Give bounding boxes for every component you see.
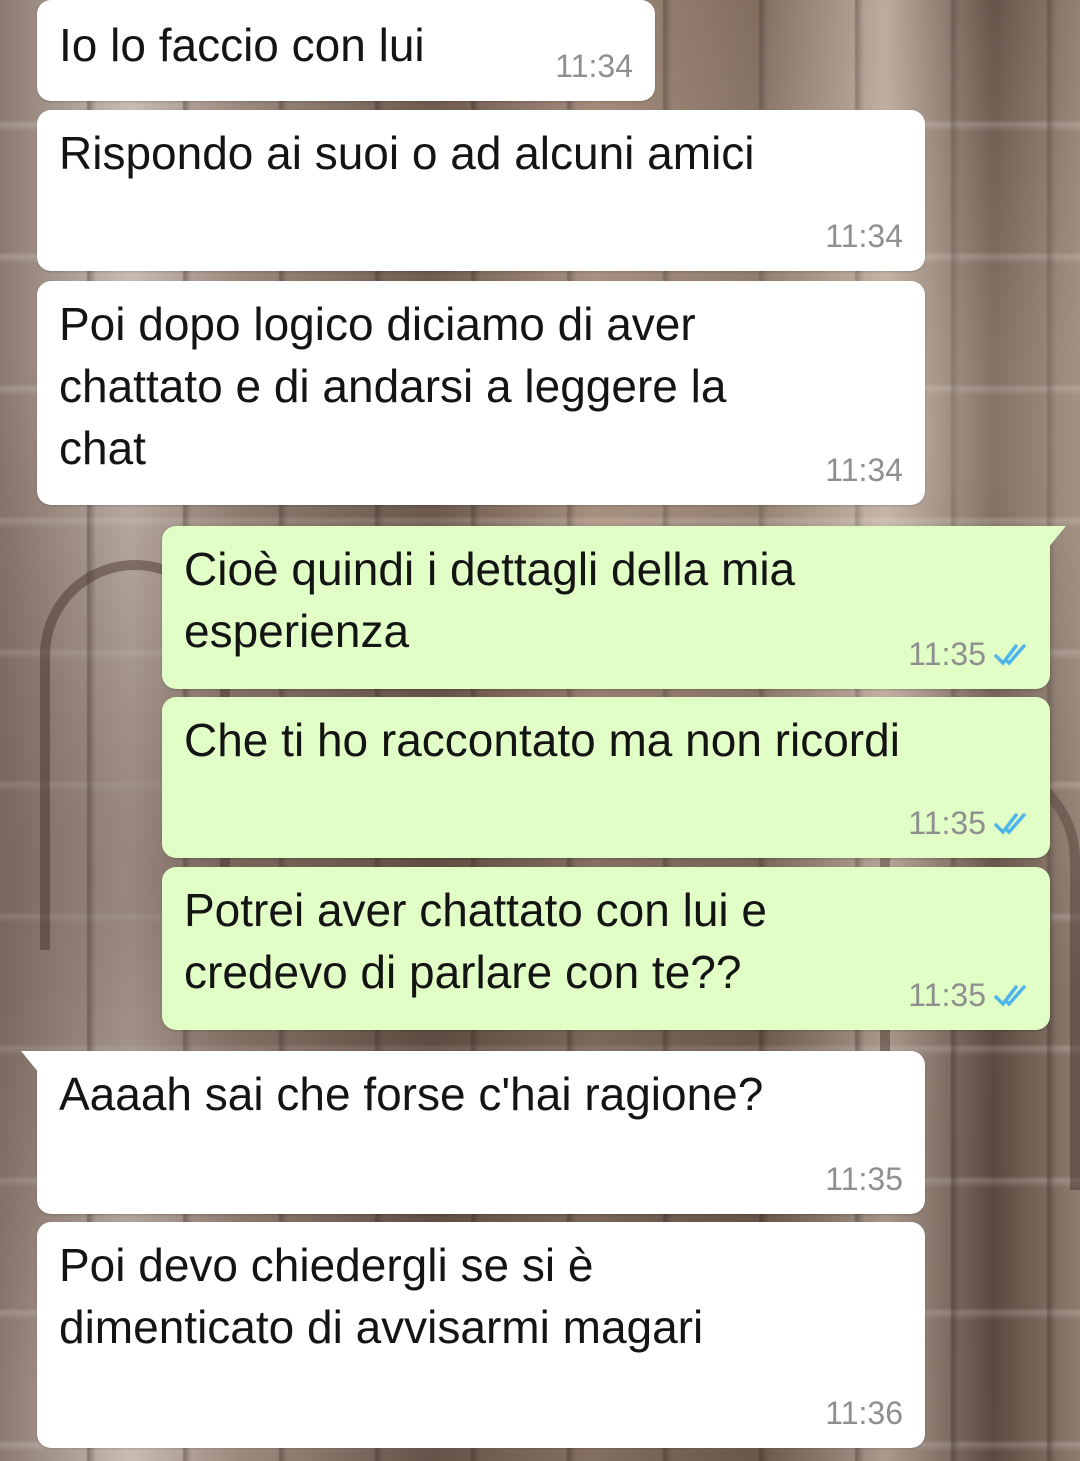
double-check-read-icon xyxy=(994,812,1026,835)
message-time: 11:34 xyxy=(555,48,633,84)
message-time: 11:35 xyxy=(908,977,986,1013)
message-text: Che ti ho raccontato ma non ricordi xyxy=(184,714,900,766)
message-time: 11:35 xyxy=(908,636,986,672)
message-bubble-incoming[interactable]: Rispondo ai suoi o ad alcuni amici 11:34 xyxy=(37,110,925,271)
message-text: Poi dopo logico diciamo di aver chattato… xyxy=(59,298,727,474)
bubble-tail xyxy=(1048,526,1066,548)
message-time: 11:35 xyxy=(908,805,986,841)
double-check-read-icon xyxy=(994,984,1026,1007)
message-time: 11:34 xyxy=(825,218,903,254)
message-text: Io lo faccio con lui xyxy=(59,19,425,71)
message-bubble-incoming[interactable]: Io lo faccio con lui 11:34 xyxy=(37,0,655,101)
message-bubble-incoming[interactable]: Aaaah sai che forse c'hai ragione? 11:35 xyxy=(21,1051,925,1214)
message-time: 11:34 xyxy=(825,452,903,488)
message-text: Rispondo ai suoi o ad alcuni amici xyxy=(59,127,755,179)
message-text: Cioè quindi i dettagli della mia esperie… xyxy=(184,543,796,657)
message-time: 11:36 xyxy=(825,1395,903,1431)
message-text: Aaaah sai che forse c'hai ragione? xyxy=(59,1068,764,1120)
message-bubble-outgoing[interactable]: Che ti ho raccontato ma non ricordi 11:3… xyxy=(162,697,1050,858)
message-text: Poi devo chiedergli se si è dimenticato … xyxy=(59,1239,704,1353)
message-bubble-incoming[interactable]: Poi dopo logico diciamo di aver chattato… xyxy=(37,281,925,505)
message-bubble-outgoing[interactable]: Potrei aver chattato con lui e credevo d… xyxy=(162,867,1050,1030)
message-text: Potrei aver chattato con lui e credevo d… xyxy=(184,884,767,998)
double-check-read-icon xyxy=(994,643,1026,666)
message-bubble-outgoing[interactable]: Cioè quindi i dettagli della mia esperie… xyxy=(162,526,1066,689)
message-list[interactable]: Io lo faccio con lui 11:34 Rispondo ai s… xyxy=(0,0,1080,1461)
message-time: 11:35 xyxy=(825,1161,903,1197)
message-bubble-incoming[interactable]: Poi devo chiedergli se si è dimenticato … xyxy=(37,1222,925,1448)
bubble-tail xyxy=(21,1051,39,1073)
